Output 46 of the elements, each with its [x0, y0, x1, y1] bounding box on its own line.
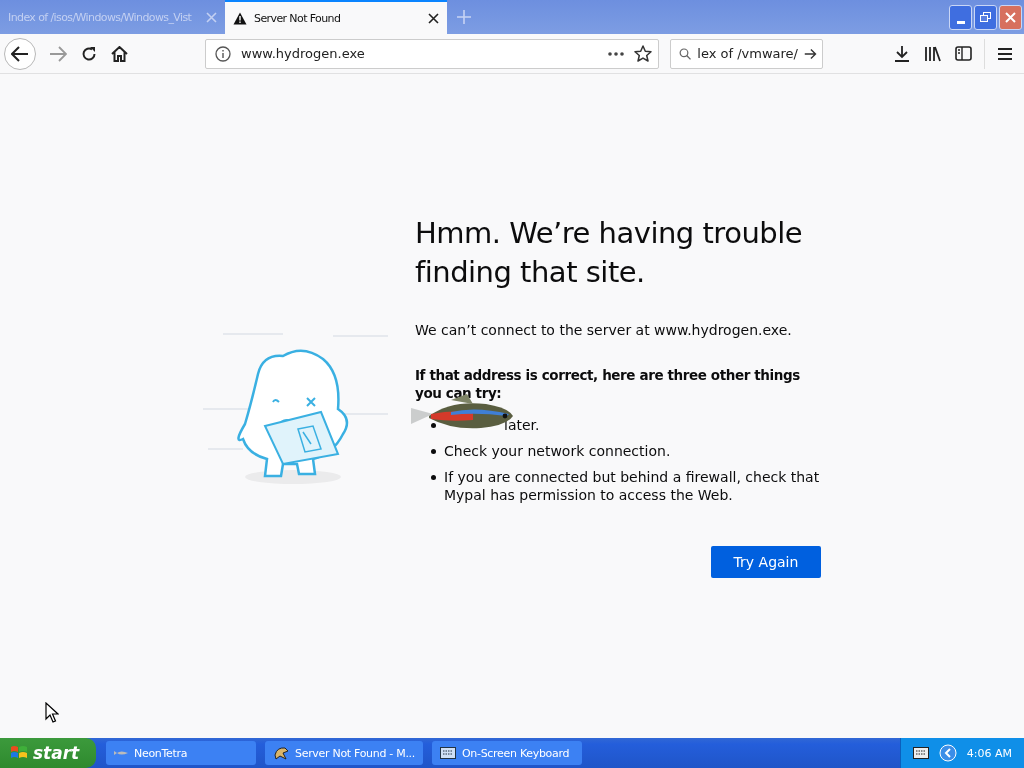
error-title: Hmm. We’re having trouble finding that site.: [415, 215, 804, 291]
close-icon[interactable]: [428, 12, 439, 24]
minimize-icon: [956, 21, 965, 24]
sidebar-icon[interactable]: [955, 46, 972, 61]
keyboard-icon[interactable]: [912, 747, 929, 759]
restore-icon: [980, 12, 991, 23]
browser-tab[interactable]: Server Not Found: [225, 0, 447, 34]
start-button[interactable]: start: [0, 738, 96, 768]
home-icon[interactable]: [111, 45, 128, 62]
tab-title: Server Not Found: [254, 11, 342, 25]
forward-icon[interactable]: [49, 45, 67, 62]
star-icon[interactable]: [634, 45, 652, 62]
taskbar-button[interactable]: NeonTetra: [106, 741, 256, 765]
reload-icon[interactable]: [81, 45, 97, 62]
taskbar-button[interactable]: Server Not Found - M...: [265, 741, 423, 765]
address-bar[interactable]: www.hydrogen.exe: [205, 38, 659, 69]
close-button[interactable]: [999, 5, 1022, 30]
search-field[interactable]: lex of /vmware/: [670, 38, 823, 69]
keyboard-icon: [440, 747, 456, 759]
back-button[interactable]: [4, 37, 36, 70]
error-message: We can’t connect to the server at www.hydrogen.exe.: [415, 322, 793, 338]
bullet-icon: [431, 423, 436, 428]
chevron-icon[interactable]: [938, 744, 957, 762]
minimize-button[interactable]: [949, 5, 972, 30]
bullet-icon: [431, 475, 436, 480]
fish-icon: [114, 750, 128, 756]
suggestion-text: If you are connected but behind a firewall, check that Mypal has permission to access the Web.: [444, 468, 821, 504]
info-icon[interactable]: [215, 45, 231, 62]
search-icon: [679, 45, 692, 62]
suggestion-text: Check your network connection.: [444, 442, 671, 460]
tab-title: Index of /isos/Windows/Windows_Vist: [8, 10, 193, 24]
url-text: www.hydrogen.exe: [241, 46, 366, 61]
try-again-button[interactable]: Try Again: [711, 546, 821, 578]
go-arrow-icon[interactable]: [803, 46, 817, 61]
cursor-icon: [45, 702, 59, 724]
menu-icon[interactable]: [997, 46, 1013, 61]
more-icon[interactable]: [608, 51, 624, 56]
back-arrow-icon: [11, 45, 29, 62]
taskbar-button[interactable]: On-Screen Keyboard: [432, 741, 582, 765]
bird-icon: [273, 745, 289, 761]
restore-button[interactable]: [974, 5, 997, 30]
download-icon[interactable]: [894, 45, 910, 62]
clock: 4:06 AM: [966, 746, 1012, 760]
library-icon[interactable]: [924, 45, 941, 62]
close-icon: [1005, 12, 1016, 23]
bullet-icon: [431, 449, 436, 454]
